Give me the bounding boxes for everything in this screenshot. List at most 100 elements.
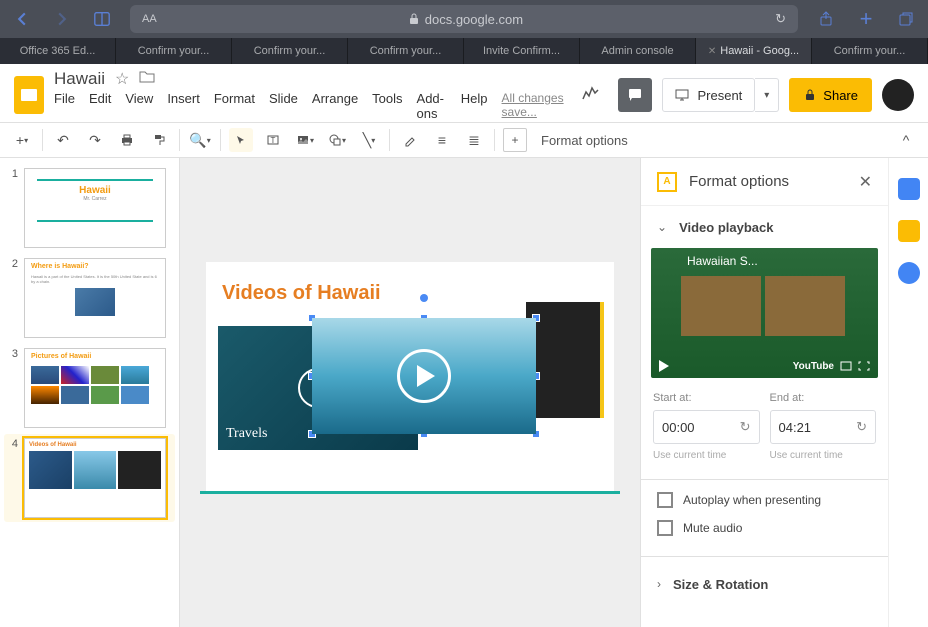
format-options-panel: A Format options ✕ ⌄ Video playback Hawa… [640,158,888,627]
browser-tab[interactable]: Office 365 Ed... [0,38,116,64]
reload-icon[interactable]: ↻ [775,11,786,27]
doc-title[interactable]: Hawaii [54,69,105,89]
slide-thumbnail[interactable]: 1 Hawaii Mr. Carrez [6,168,173,248]
zoom-button[interactable]: 🔍▾ [188,128,212,152]
svg-text:T: T [271,136,276,145]
refresh-icon[interactable]: ↻ [856,419,867,435]
menu-addons[interactable]: Add-ons [417,91,447,121]
border-color-button[interactable] [398,128,422,152]
use-current-time[interactable]: Use current time [770,450,877,461]
video-object-selected[interactable] [312,298,536,454]
collapse-toolbar-icon[interactable]: ^ [894,128,918,152]
forward-icon[interactable] [50,7,74,31]
browser-toolbar: AA docs.google.com ↻ + [0,0,928,38]
browser-tab[interactable]: Confirm your... [232,38,348,64]
select-tool[interactable] [229,128,253,152]
tasks-icon[interactable] [898,262,920,284]
menu-bar: File Edit View Insert Format Slide Arran… [54,91,564,121]
browser-tab[interactable]: Invite Confirm... [464,38,580,64]
format-options-button[interactable]: Format options [535,133,634,148]
toolbar: +▾ ↶ ↷ 🔍▾ T ▾ ▾ ╲▾ ≡ ≣ + Format options … [0,122,928,158]
redo-button[interactable]: ↷ [83,128,107,152]
menu-insert[interactable]: Insert [167,91,200,121]
share-button[interactable]: Share [789,78,872,112]
textbox-tool[interactable]: T [261,128,285,152]
paint-format-button[interactable] [147,128,171,152]
menu-file[interactable]: File [54,91,75,121]
address-bar[interactable]: AA docs.google.com ↻ [130,5,798,33]
chevron-down-icon: ⌄ [657,220,667,234]
url-text: docs.google.com [165,12,767,27]
autoplay-checkbox[interactable]: Autoplay when presenting [641,486,888,514]
section-size-rotation[interactable]: › Size & Rotation [641,563,888,605]
share-icon[interactable] [814,7,838,31]
menu-help[interactable]: Help [461,91,488,121]
border-dash-button[interactable]: ≣ [462,128,486,152]
browser-tab[interactable]: Confirm your... [116,38,232,64]
browser-tabs: Office 365 Ed... Confirm your... Confirm… [0,38,928,64]
video-preview[interactable]: Hawaiian S... YouTube [651,248,878,378]
calendar-icon[interactable] [898,178,920,200]
section-video-playback[interactable]: ⌄ Video playback [641,206,888,248]
new-slide-button[interactable]: +▾ [10,128,34,152]
image-tool[interactable]: ▾ [293,128,317,152]
side-panel [888,158,928,627]
slide-thumbnail[interactable]: 4 Videos of Hawaii [4,434,175,522]
lock-icon [803,88,817,102]
chevron-right-icon: › [657,577,661,591]
checkbox-icon [657,520,673,536]
menu-arrange[interactable]: Arrange [312,91,358,121]
cast-icon[interactable] [840,361,852,371]
border-weight-button[interactable]: ≡ [430,128,454,152]
menu-format[interactable]: Format [214,91,255,121]
menu-slide[interactable]: Slide [269,91,298,121]
format-icon: A [657,172,677,192]
browser-tab[interactable]: Admin console [580,38,696,64]
move-folder-icon[interactable] [139,70,155,89]
checkbox-icon [657,492,673,508]
close-icon[interactable]: ✕ [859,172,872,192]
browser-tab[interactable]: Confirm your... [812,38,928,64]
rotate-handle[interactable] [420,294,428,302]
keep-icon[interactable] [898,220,920,242]
reader-icon[interactable]: AA [142,13,157,25]
browser-tab[interactable]: ✕Hawaii - Goog... [696,38,812,64]
play-icon[interactable] [659,360,669,372]
menu-edit[interactable]: Edit [89,91,111,121]
fullscreen-icon[interactable] [858,361,870,371]
slide-thumbnail[interactable]: 3 Pictures of Hawaii [6,348,173,428]
slide-thumbnail[interactable]: 2 Where is Hawaii? Hawaii is a part of t… [6,258,173,338]
present-dropdown[interactable]: ▾ [755,78,779,112]
start-label: Start at: [653,392,760,404]
use-current-time[interactable]: Use current time [653,450,760,461]
slides-logo[interactable] [14,76,44,114]
more-button[interactable]: + [503,128,527,152]
menu-view[interactable]: View [125,91,153,121]
app-header: Hawaii ☆ File Edit View Insert Format Sl… [0,64,928,122]
explore-icon[interactable] [574,78,608,112]
menu-tools[interactable]: Tools [372,91,402,121]
end-label: End at: [770,392,877,404]
present-button[interactable]: Present [662,78,755,112]
comments-icon[interactable] [618,78,652,112]
mute-checkbox[interactable]: Mute audio [641,514,888,542]
print-button[interactable] [115,128,139,152]
tabs-icon[interactable] [894,7,918,31]
slide-canvas[interactable]: Videos of Hawaii Travels [180,158,640,627]
new-tab-icon[interactable]: + [854,7,878,31]
shape-tool[interactable]: ▾ [325,128,349,152]
browser-tab[interactable]: Confirm your... [348,38,464,64]
back-icon[interactable] [10,7,34,31]
panel-title: Format options [689,173,847,190]
refresh-icon[interactable]: ↻ [740,419,751,435]
undo-button[interactable]: ↶ [51,128,75,152]
lock-icon [409,13,419,25]
line-tool[interactable]: ╲▾ [357,128,381,152]
bookmarks-icon[interactable] [90,7,114,31]
star-icon[interactable]: ☆ [115,69,129,89]
filmstrip: 1 Hawaii Mr. Carrez 2 Where is Hawaii? H… [0,158,180,627]
end-time-input[interactable]: 04:21 ↻ [770,410,877,444]
start-time-input[interactable]: 00:00 ↻ [653,410,760,444]
close-icon[interactable]: ✕ [708,46,716,57]
user-avatar[interactable] [882,79,914,111]
